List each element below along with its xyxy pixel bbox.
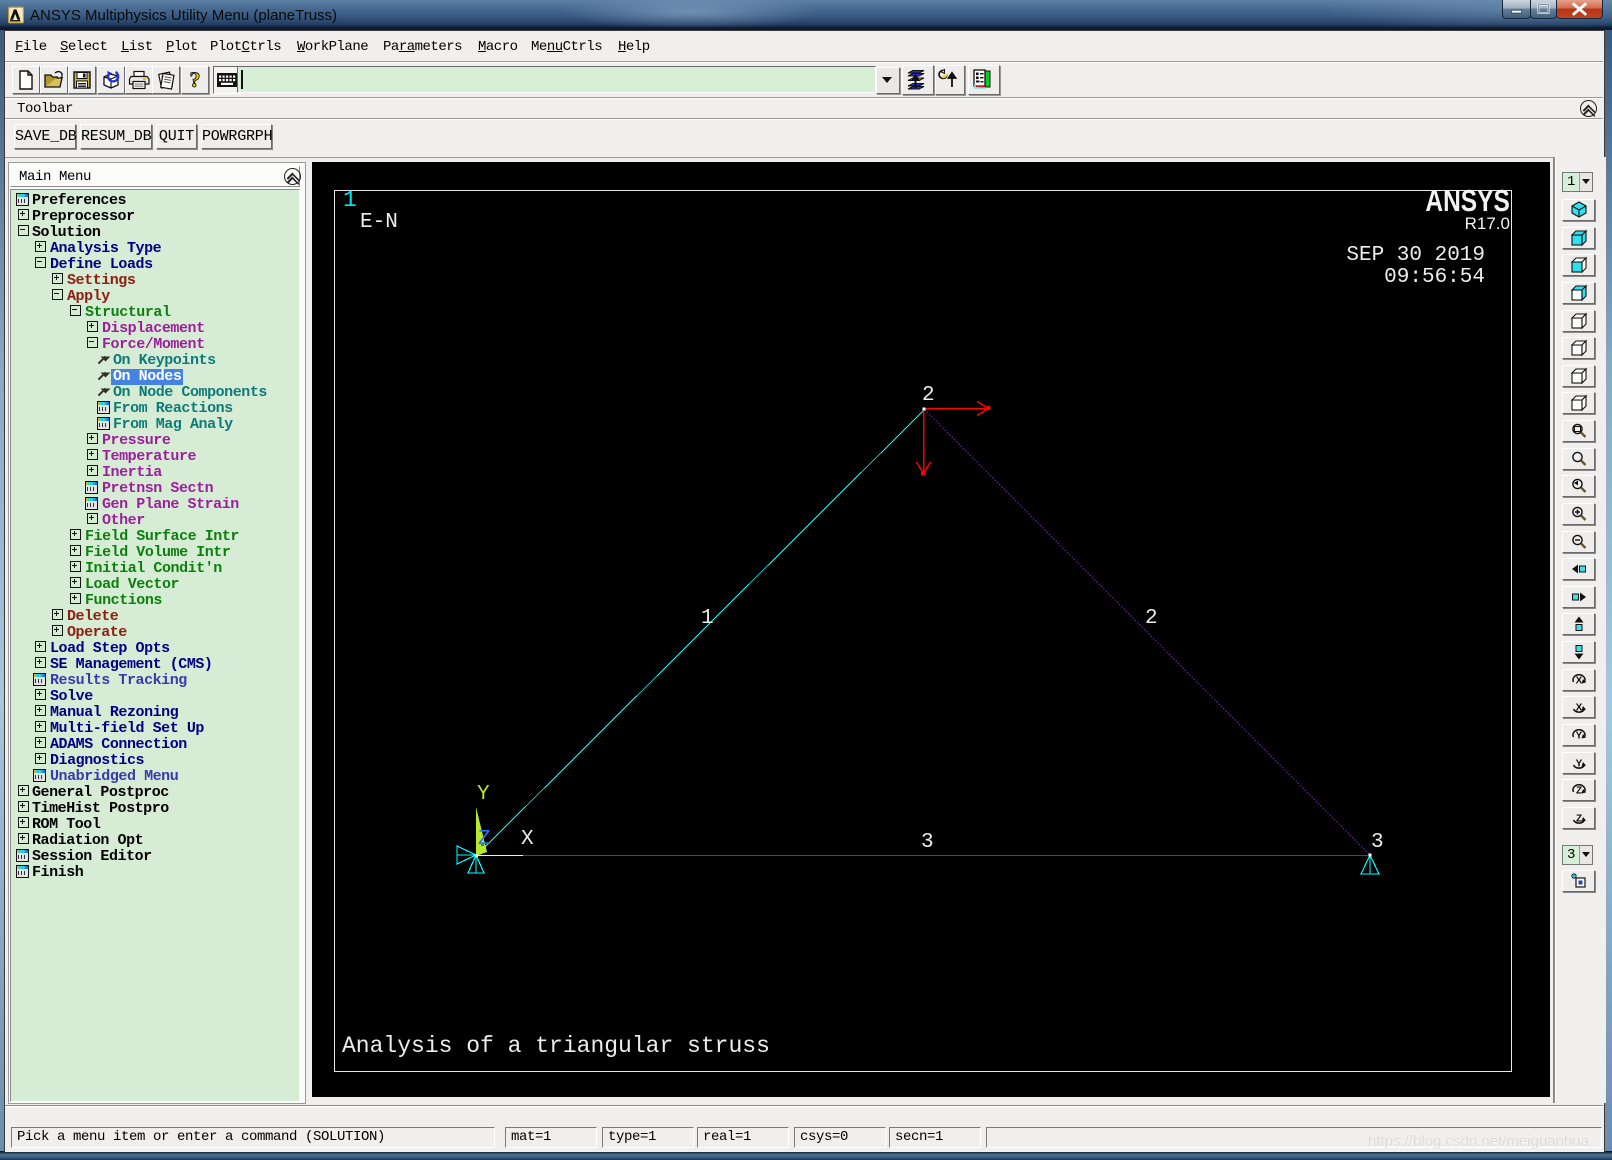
- svg-text:Y: Y: [1576, 759, 1583, 770]
- svg-text:Z: Z: [1576, 786, 1582, 797]
- svg-text:X: X: [1576, 676, 1583, 687]
- svg-text:Y: Y: [1576, 731, 1583, 742]
- svg-text:X: X: [1576, 703, 1583, 714]
- svg-text:Z: Z: [1576, 814, 1582, 825]
- svg-text:?: ?: [189, 69, 200, 91]
